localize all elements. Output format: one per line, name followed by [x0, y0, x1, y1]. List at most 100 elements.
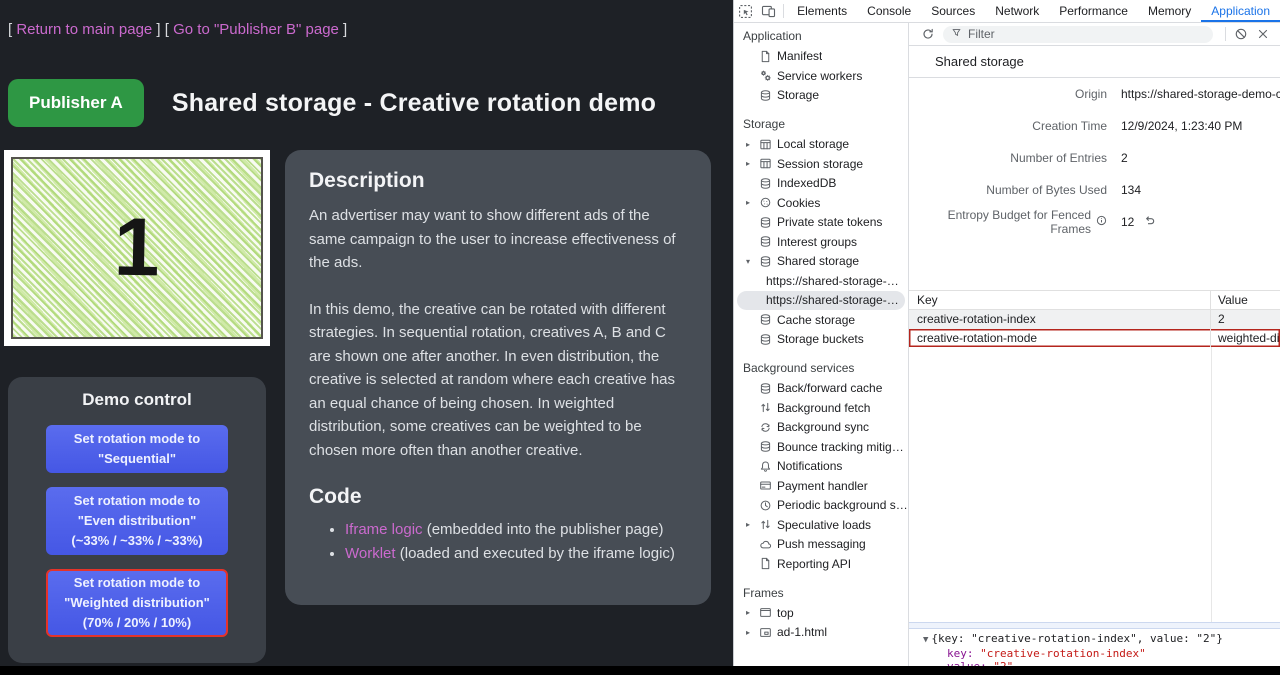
sidebar-item-interest-groups[interactable]: Interest groups — [734, 232, 908, 252]
description-paragraph: An advertiser may want to show different… — [309, 204, 687, 275]
disclosure-right-icon[interactable]: ▸ — [746, 608, 759, 617]
frame-icon — [759, 606, 777, 619]
devtools-tabbar: ElementsConsoleSourcesNetworkPerformance… — [734, 0, 1280, 23]
toolbar-separator — [1225, 27, 1226, 41]
bell-icon — [759, 460, 777, 473]
sidebar-item-bounce-tracking-mitiga[interactable]: Bounce tracking mitiga… — [734, 437, 908, 457]
sidebar-item-local-storage[interactable]: ▸Local storage — [734, 135, 908, 155]
devtools-tab-elements[interactable]: Elements — [787, 0, 857, 22]
info-icon[interactable] — [1091, 215, 1107, 229]
cookie-icon — [759, 196, 777, 209]
grid-row-creative-rotation-mode[interactable]: creative-rotation-modeweighted-dist — [909, 329, 1280, 348]
table-icon — [759, 157, 777, 170]
sidebar-item-session-storage[interactable]: ▸Session storage — [734, 154, 908, 174]
code-link-worklet[interactable]: Worklet — [345, 545, 396, 562]
code-list: Iframe logic (embedded into the publishe… — [309, 518, 687, 565]
grid-row-creative-rotation-index[interactable]: creative-rotation-index2 — [909, 310, 1280, 329]
sidebar-item-shared-storage[interactable]: ▾Shared storage — [734, 252, 908, 272]
preview-prop-key: key: "creative-rotation-index" — [923, 647, 1280, 660]
sidebar-item-reporting-api[interactable]: Reporting API — [734, 554, 908, 574]
preview-splitter[interactable] — [909, 622, 1280, 629]
sidebar-item-speculative-loads[interactable]: ▸Speculative loads — [734, 515, 908, 535]
device-toolbar-icon[interactable] — [757, 0, 780, 22]
demo-control-panel: Demo control Set rotation mode to"Sequen… — [8, 377, 266, 663]
sidebar-item-shared-storage-origin[interactable]: https://shared-storage-d… — [737, 291, 905, 311]
delete-selected-icon[interactable] — [1252, 27, 1274, 41]
filter-input[interactable] — [968, 27, 1205, 41]
devtools-tab-network[interactable]: Network — [985, 0, 1049, 22]
sidebar-item-back-forward-cache[interactable]: Back/forward cache — [734, 379, 908, 399]
sidebar-item-payment-handler[interactable]: Payment handler — [734, 476, 908, 496]
sidebar-item-top[interactable]: ▸top — [734, 603, 908, 623]
rotation-mode-button-2[interactable]: Set rotation mode to"Even distribution"(… — [46, 487, 228, 555]
card-icon — [759, 479, 777, 492]
disclosure-right-icon[interactable]: ▸ — [746, 198, 759, 207]
disclosure-right-icon[interactable]: ▸ — [746, 628, 759, 637]
creative-frame: 1 — [4, 150, 270, 346]
disclosure-right-icon[interactable]: ▸ — [746, 140, 759, 149]
nav-bracket: ] — [152, 21, 160, 38]
sidebar-item-background-fetch[interactable]: Background fetch — [734, 398, 908, 418]
sidebar-item-indexeddb[interactable]: IndexedDB — [734, 174, 908, 194]
sidebar-item-periodic-background-s[interactable]: Periodic background s… — [734, 496, 908, 516]
devtools-tab-performance[interactable]: Performance — [1049, 0, 1138, 22]
meta-row-entropy-budget-for-fenced-frames: Entropy Budget for Fenced Frames12 — [909, 206, 1280, 238]
devtools-tab-application[interactable]: Application — [1201, 0, 1280, 22]
disclosure-down-icon[interactable]: ▾ — [746, 257, 759, 266]
grid-empty-area — [909, 347, 1280, 622]
sidebar-item-manifest[interactable]: Manifest — [734, 47, 908, 67]
shared-storage-metadata: Originhttps://shared-storage-demo-coCrea… — [909, 78, 1280, 238]
rotation-mode-button-1[interactable]: Set rotation mode to"Sequential" — [46, 425, 228, 473]
sync-icon — [759, 421, 777, 434]
application-panel-sidebar: ApplicationManifestService workersStorag… — [734, 23, 909, 666]
nav-link-go-to-publisher-b-page[interactable]: Go to "Publisher B" page — [173, 21, 339, 38]
grid-column-key[interactable]: Key — [909, 291, 1211, 309]
description-paragraphs: An advertiser may want to show different… — [309, 204, 687, 462]
sidebar-item-push-messaging[interactable]: Push messaging — [734, 535, 908, 555]
sidebar-item-storage[interactable]: Storage — [734, 86, 908, 106]
demo-control-heading: Demo control — [8, 390, 266, 410]
entry-preview-pane: ▼{key: "creative-rotation-index", value:… — [909, 629, 1280, 666]
preview-summary: ▼{key: "creative-rotation-index", value:… — [923, 632, 1280, 647]
grid-column-value[interactable]: Value — [1211, 291, 1280, 309]
reload-icon[interactable] — [917, 27, 939, 41]
funnel-icon — [951, 25, 962, 43]
description-heading: Description — [309, 169, 687, 193]
disclosure-right-icon[interactable]: ▸ — [746, 159, 759, 168]
code-list-item: Worklet (loaded and executed by the ifra… — [345, 542, 687, 566]
nav-bracket: [ — [165, 21, 173, 38]
database-icon — [759, 216, 777, 229]
devtools-tab-sources[interactable]: Sources — [921, 0, 985, 22]
sidebar-item-private-state-tokens[interactable]: Private state tokens — [734, 213, 908, 233]
sidebar-item-background-sync[interactable]: Background sync — [734, 418, 908, 438]
code-link-iframe-logic[interactable]: Iframe logic — [345, 521, 423, 538]
clear-all-icon[interactable] — [1230, 27, 1252, 41]
sidebar-item-notifications[interactable]: Notifications — [734, 457, 908, 477]
reset-budget-icon[interactable] — [1134, 214, 1156, 230]
database-icon — [759, 89, 777, 102]
sidebar-item-storage-buckets[interactable]: Storage buckets — [734, 330, 908, 350]
sidebar-section-storage: Storage — [734, 115, 908, 135]
database-icon — [759, 235, 777, 248]
inspect-element-icon[interactable] — [734, 0, 757, 22]
sidebar-item-cache-storage[interactable]: Cache storage — [734, 310, 908, 330]
devtools-tab-console[interactable]: Console — [857, 0, 921, 22]
updown-icon — [759, 401, 777, 414]
database-icon — [759, 255, 777, 268]
clock-icon — [759, 499, 777, 512]
nav-link-return-to-main-page[interactable]: Return to main page — [16, 21, 152, 38]
sidebar-item-cookies[interactable]: ▸Cookies — [734, 193, 908, 213]
shared-storage-main-panel: Shared storage Originhttps://shared-stor… — [909, 23, 1280, 666]
filter-box[interactable] — [943, 26, 1213, 43]
page-nav: [ Return to main page ] [ Go to "Publish… — [8, 21, 347, 38]
sidebar-item-service-workers[interactable]: Service workers — [734, 66, 908, 86]
sidebar-item-shared-storage-origin[interactable]: https://shared-storage-d… — [737, 271, 905, 291]
database-icon — [759, 177, 777, 190]
grid-header-row: KeyValue — [909, 291, 1280, 310]
devtools-tab-memory[interactable]: Memory — [1138, 0, 1201, 22]
sidebar-item-ad-1-html[interactable]: ▸ad-1.html — [734, 623, 908, 643]
disclosure-right-icon[interactable]: ▸ — [746, 520, 759, 529]
meta-row-creation-time: Creation Time12/9/2024, 1:23:40 PM — [909, 110, 1280, 142]
expand-caret-icon[interactable]: ▼ — [923, 635, 928, 645]
rotation-mode-button-3[interactable]: Set rotation mode to"Weighted distributi… — [46, 569, 228, 637]
